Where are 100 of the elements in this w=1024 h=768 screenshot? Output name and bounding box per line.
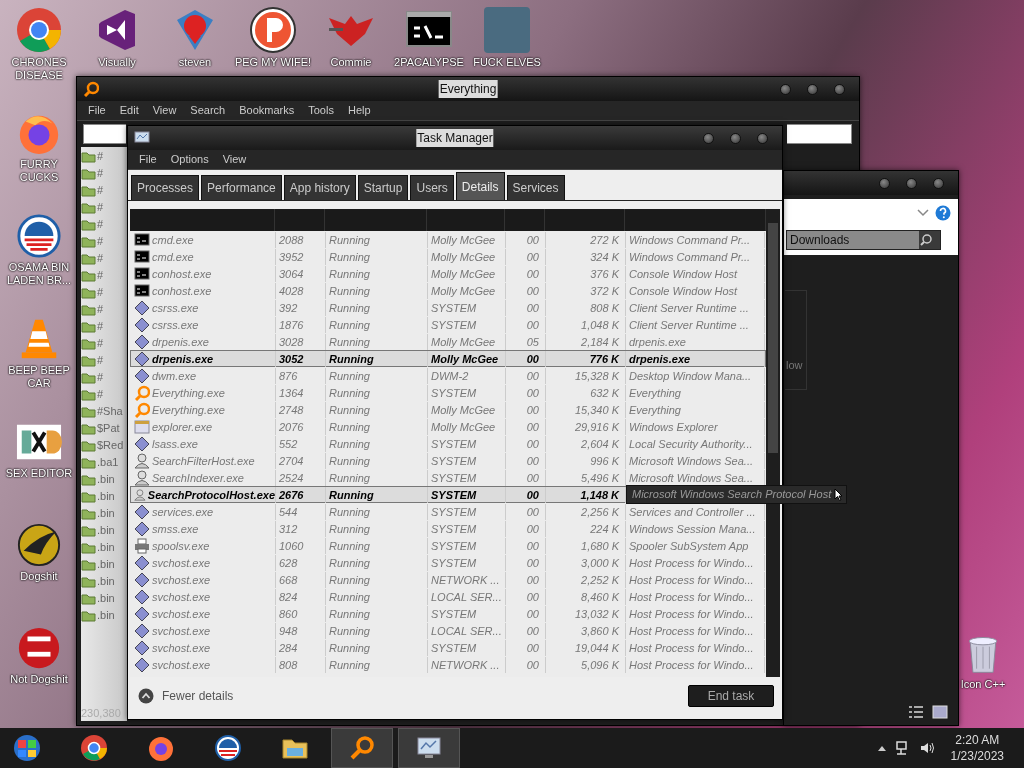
- desktop-icon-label[interactable]: SEX EDITOR: [5, 467, 73, 481]
- file-name[interactable]: #: [97, 267, 104, 284]
- minimize-button[interactable]: [879, 177, 890, 189]
- process-row[interactable]: svchost.exe 668 Running NETWORK ... 00 2,252 K Host Process for Windo...: [130, 571, 766, 588]
- process-row[interactable]: services.exe 544 Running SYSTEM 00 2,256 K Services and Controller ...: [130, 503, 766, 520]
- process-row[interactable]: conhost.exe 3064 Running Molly McGee 00 376 K Console Window Host: [130, 265, 766, 282]
- file-name[interactable]: #: [97, 216, 104, 233]
- file-name[interactable]: #: [97, 301, 104, 318]
- desktop-icon-label[interactable]: OSAMA BIN LADEN BR...: [0, 261, 78, 288]
- caret-up-icon[interactable]: [876, 744, 887, 752]
- desktop-icon-label[interactable]: steven: [178, 56, 212, 70]
- menu-item[interactable]: View: [217, 151, 252, 168]
- desktop-icon-label[interactable]: Visually: [98, 56, 136, 70]
- file-name[interactable]: #Sha: [97, 403, 123, 420]
- menu-item[interactable]: Options: [165, 151, 214, 168]
- close-button[interactable]: [933, 177, 944, 189]
- file-name[interactable]: #: [97, 284, 104, 301]
- process-row[interactable]: svchost.exe 284 Running SYSTEM 00 19,044 K Host Process for Windo...: [130, 639, 766, 656]
- process-row[interactable]: spoolsv.exe 1060 Running SYSTEM 00 1,680 K Spooler SubSystem App: [130, 537, 766, 554]
- menu-item[interactable]: Edit: [114, 102, 144, 119]
- speaker-icon[interactable]: [918, 740, 935, 756]
- circle-logo-icon[interactable]: [15, 6, 63, 54]
- round-badge-icon[interactable]: [16, 625, 62, 671]
- process-row[interactable]: cmd.exe 3952 Running Molly McGee 00 324 K Windows Command Pr...: [130, 248, 766, 265]
- file-name[interactable]: #: [97, 148, 104, 165]
- file-name[interactable]: .bin: [97, 539, 115, 556]
- menu-item[interactable]: Help: [342, 102, 376, 119]
- process-row[interactable]: cmd.exe 2088 Running Molly McGee 00 272 K Windows Command Pr...: [130, 231, 766, 248]
- process-row[interactable]: svchost.exe 860 Running SYSTEM 00 13,032 K Host Process for Windo...: [130, 605, 766, 622]
- process-row[interactable]: Everything.exe 2748 Running Molly McGee 00 15,340 K Everything: [130, 401, 766, 418]
- desktop-icon-label[interactable]: FURRY CUCKS: [0, 158, 78, 185]
- tab[interactable]: Processes: [131, 175, 200, 200]
- maximize-button[interactable]: [807, 83, 818, 95]
- bird-coin-icon[interactable]: [16, 522, 62, 568]
- file-name[interactable]: #: [97, 352, 104, 369]
- process-row[interactable]: svchost.exe 824 Running LOCAL SER... 00 8,460 K Host Process for Windo...: [130, 588, 766, 605]
- desktop-icon-label[interactable]: Commie: [330, 56, 372, 70]
- thumbnail-view-icon[interactable]: [932, 705, 948, 719]
- file-name[interactable]: .bin: [97, 590, 115, 607]
- desktop-icon-label[interactable]: Not Dogshit: [10, 673, 68, 687]
- process-row[interactable]: conhost.exe 4028 Running Molly McGee 00 372 K Console Window Host: [130, 282, 766, 299]
- file-name[interactable]: .bin: [97, 522, 115, 539]
- close-button[interactable]: [834, 83, 845, 95]
- striped-circle-icon[interactable]: [16, 213, 62, 259]
- file-name[interactable]: .bin: [97, 556, 115, 573]
- minimize-button[interactable]: [780, 83, 791, 95]
- file-name[interactable]: .bin: [97, 573, 115, 590]
- file-name[interactable]: #: [97, 250, 104, 267]
- tab[interactable]: Startup: [357, 175, 409, 200]
- process-row[interactable]: Everything.exe 1364 Running SYSTEM 00 632 K Everything: [130, 384, 766, 401]
- chevron-down-icon[interactable]: [917, 209, 929, 217]
- round-logo-icon[interactable]: [249, 6, 297, 54]
- file-name[interactable]: .bin: [97, 607, 115, 624]
- file-name[interactable]: #: [97, 369, 104, 386]
- clock[interactable]: 2:20 AM 1/23/2023: [950, 732, 1004, 764]
- process-row[interactable]: lsass.exe 552 Running SYSTEM 00 2,604 K Local Security Authority...: [130, 435, 766, 452]
- desktop-icon-label[interactable]: BEEP BEEP CAR: [0, 364, 78, 391]
- details-view-icon[interactable]: [908, 705, 924, 719]
- file-name[interactable]: #: [97, 182, 104, 199]
- close-button[interactable]: [757, 132, 768, 144]
- process-row[interactable]: svchost.exe 808 Running NETWORK ... 00 5,096 K Host Process for Windo...: [130, 656, 766, 673]
- file-name[interactable]: #: [97, 233, 104, 250]
- desktop-icon-label[interactable]: Icon C++: [960, 678, 1006, 692]
- scrollbar-thumb[interactable]: [768, 223, 778, 453]
- file-name[interactable]: .ba1: [97, 454, 119, 471]
- file-name[interactable]: #: [97, 318, 104, 335]
- file-name[interactable]: .bin: [97, 505, 115, 522]
- process-row[interactable]: svchost.exe 628 Running SYSTEM 00 3,000 K Host Process for Windo...: [130, 554, 766, 571]
- desktop-icon-label[interactable]: Dogshit: [20, 570, 58, 584]
- end-task-button[interactable]: End task: [688, 685, 774, 707]
- tab[interactable]: Performance: [201, 175, 282, 200]
- process-row[interactable]: explorer.exe 2076 Running Molly McGee 00 29,916 K Windows Explorer: [130, 418, 766, 435]
- process-row[interactable]: smss.exe 312 Running SYSTEM 00 224 K Windows Session Mana...: [130, 520, 766, 537]
- menu-item[interactable]: Search: [185, 102, 231, 119]
- desktop-icon-label[interactable]: CHRONES DISEASE: [0, 56, 78, 83]
- file-name[interactable]: .bin: [97, 471, 115, 488]
- desktop-icon-label[interactable]: PEG MY WIFE!: [234, 56, 312, 70]
- process-row[interactable]: svchost.exe 948 Running LOCAL SER... 00 3,860 K Host Process for Windo...: [130, 622, 766, 639]
- process-row[interactable]: csrss.exe 1876 Running SYSTEM 00 1,048 K Client Server Runtime ...: [130, 316, 766, 333]
- desktop-icon-label[interactable]: FUCK ELVES: [473, 56, 541, 70]
- taskbar-button[interactable]: [398, 728, 460, 768]
- process-row[interactable]: SearchFilterHost.exe 2704 Running SYSTEM 00 996 K Microsoft Windows Sea...: [130, 452, 766, 469]
- help-icon[interactable]: [935, 205, 951, 221]
- file-name[interactable]: $Red: [97, 437, 124, 454]
- menu-item[interactable]: Bookmarks: [234, 102, 300, 119]
- tab[interactable]: Details: [455, 172, 505, 200]
- tab[interactable]: App history: [283, 175, 356, 200]
- menu-item[interactable]: File: [83, 102, 111, 119]
- process-row[interactable]: drpenis.exe 3052 Running Molly McGee 00 776 K drpenis.exe: [130, 350, 766, 367]
- maximize-button[interactable]: [730, 132, 741, 144]
- tab[interactable]: Users: [410, 175, 454, 200]
- tab[interactable]: Services: [506, 175, 565, 200]
- desktop-icon-label[interactable]: 2PACALYPSE: [394, 56, 464, 70]
- file-name[interactable]: #: [97, 335, 104, 352]
- menu-item[interactable]: Tools: [303, 102, 339, 119]
- process-row[interactable]: csrss.exe 392 Running SYSTEM 00 808 K Client Server Runtime ...: [130, 299, 766, 316]
- maximize-button[interactable]: [906, 177, 917, 189]
- menu-item[interactable]: View: [147, 102, 182, 119]
- minimize-button[interactable]: [703, 132, 714, 144]
- search-field[interactable]: [83, 124, 126, 144]
